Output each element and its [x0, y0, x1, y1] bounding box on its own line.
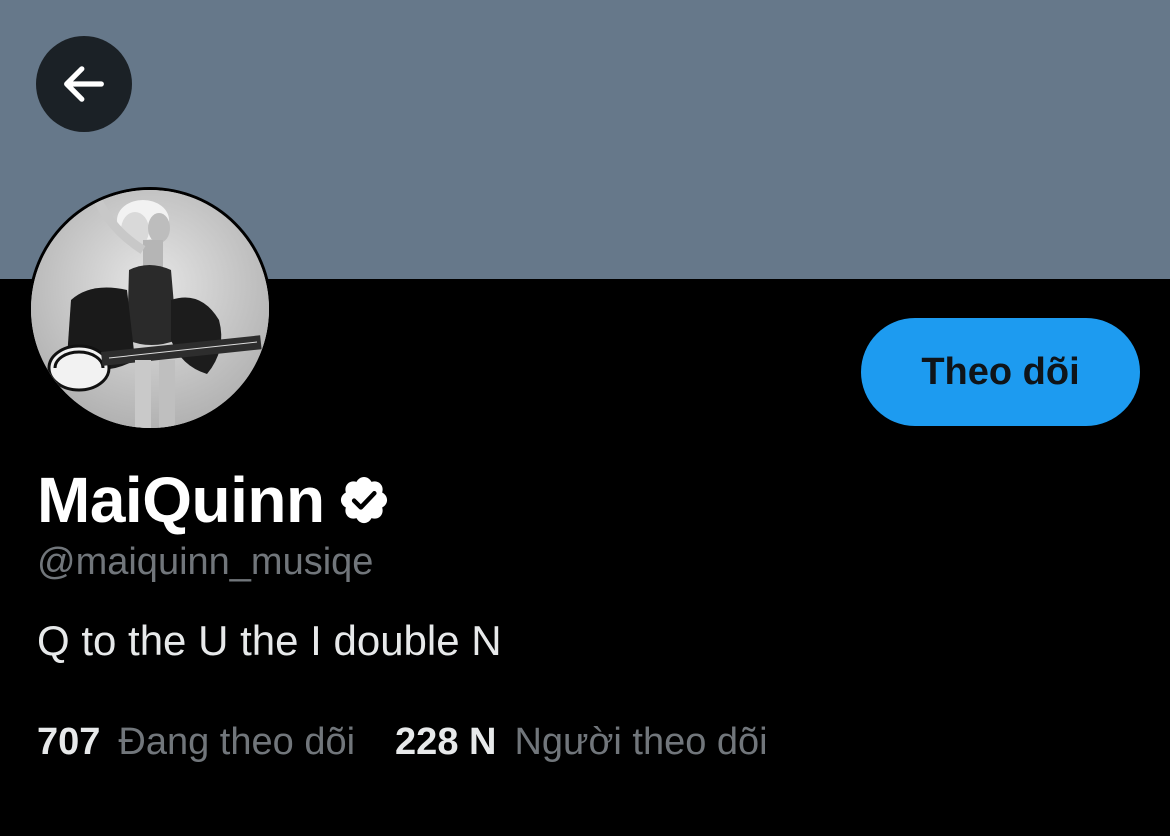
back-button[interactable]	[36, 36, 132, 132]
followers-link[interactable]: 228 N Người theo dõi	[395, 716, 768, 768]
follow-button-label: Theo dõi	[921, 350, 1080, 393]
profile-bio: Q to the U the I double N	[37, 617, 502, 664]
display-name: MaiQuinn	[37, 464, 325, 536]
avatar[interactable]	[28, 187, 272, 431]
avatar-photo	[31, 190, 269, 428]
profile-stats: 707 Đang theo dõi 228 N Người theo dõi	[37, 716, 768, 768]
verified-badge-icon[interactable]	[337, 473, 391, 527]
following-count: 707	[37, 721, 101, 763]
profile-name-row: MaiQuinn	[37, 462, 391, 538]
profile-handle: @maiquinn_musiqe	[37, 541, 374, 583]
arrow-left-icon	[64, 66, 104, 102]
follow-button[interactable]: Theo dõi	[861, 318, 1140, 426]
following-link[interactable]: 707 Đang theo dõi	[37, 716, 355, 768]
following-label: Đang theo dõi	[118, 721, 356, 763]
profile-page: Theo dõi MaiQuinn @maiquinn_musiqe Q to …	[0, 0, 1170, 836]
followers-count: 228 N	[395, 721, 497, 763]
followers-label: Người theo dõi	[514, 721, 768, 763]
